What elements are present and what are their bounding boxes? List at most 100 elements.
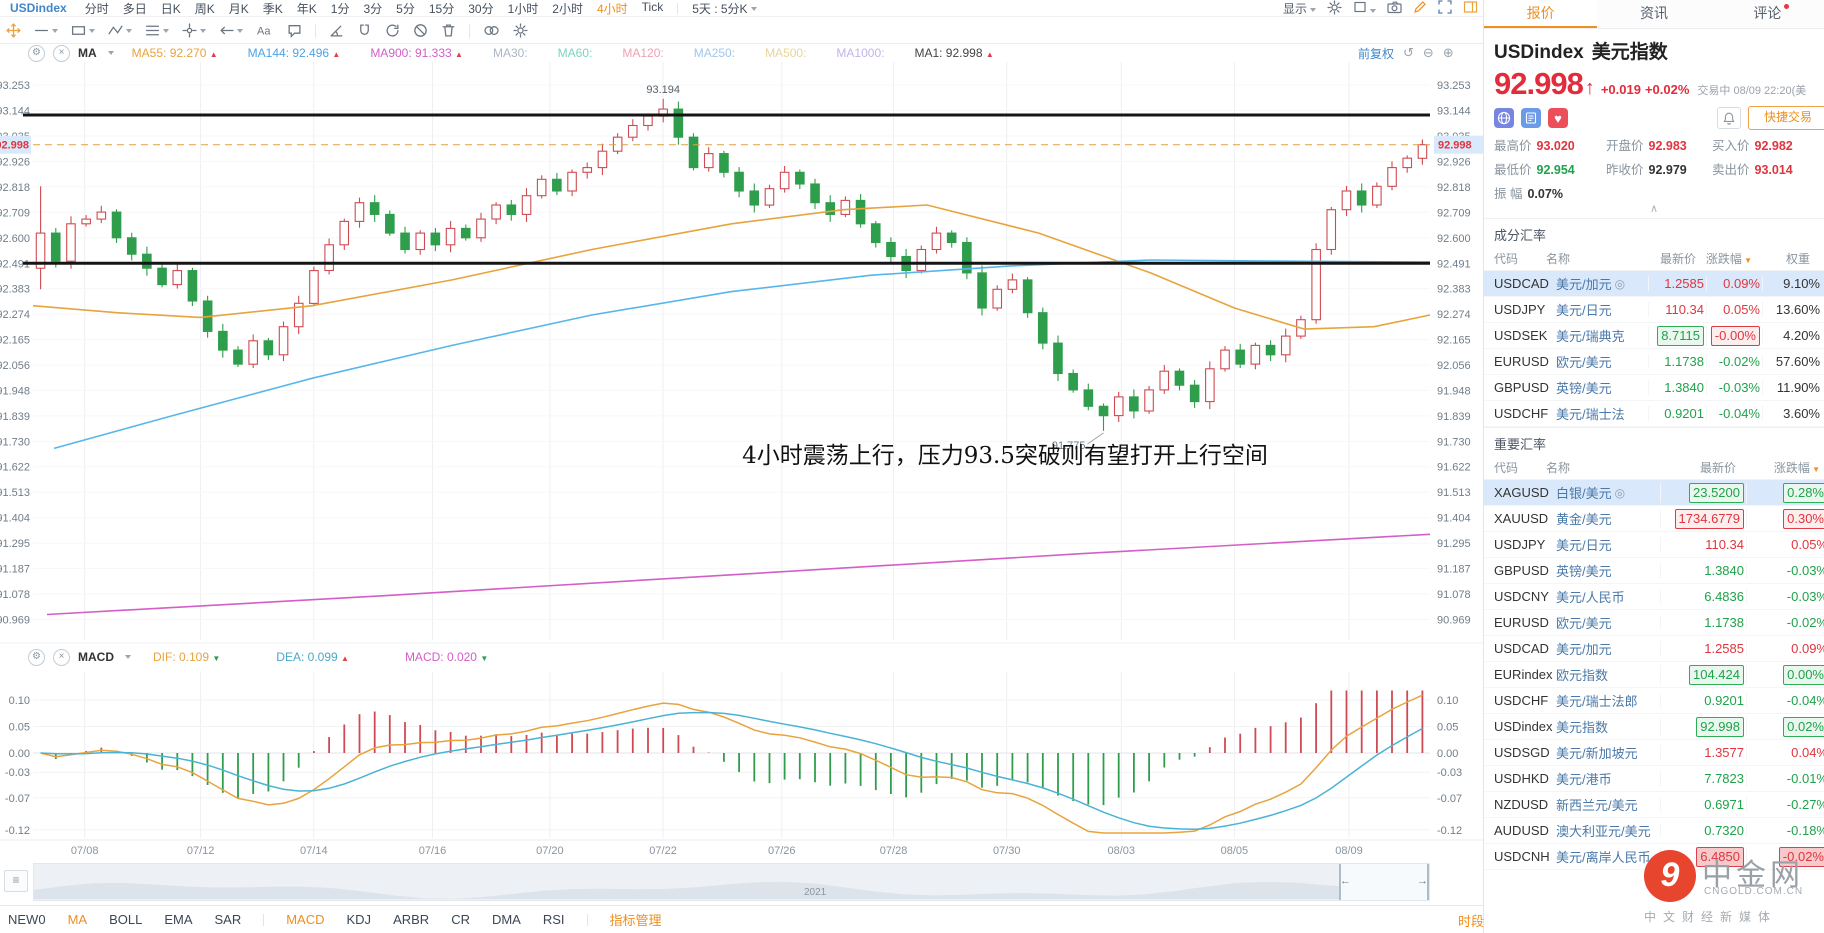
rate-row-USDCNY[interactable]: USDCNY 美元/人民币 6.4836 -0.03% <box>1484 584 1824 610</box>
rate-row-AUDUSD[interactable]: AUDUSD 澳大利亚元/美元 0.7320 -0.18% <box>1484 818 1824 844</box>
period-15分[interactable]: 15分 <box>429 0 454 17</box>
panel-tab-资讯[interactable]: 资讯 <box>1597 0 1710 28</box>
rate-row-USDCAD[interactable]: USDCAD 美元/加元 ◎ 1.2585 0.09% 9.10% <box>1484 271 1824 297</box>
indicator-tab-BOLL[interactable]: BOLL <box>109 912 142 927</box>
period-Tick[interactable]: Tick <box>642 0 664 17</box>
period-多日[interactable]: 多日 <box>123 0 147 17</box>
globe-icon[interactable] <box>1494 108 1514 128</box>
indicator-tab-指标管理[interactable]: 指标管理 <box>610 910 662 929</box>
panel-toggle-icon[interactable] <box>1463 0 1478 17</box>
range-right-handle[interactable]: → <box>1417 875 1428 887</box>
collapse-chevron-icon[interactable]: ∧ <box>1484 202 1824 218</box>
rate-row-GBPUSD[interactable]: GBPUSD 英镑/美元 1.3840 -0.03% 11.90% <box>1484 375 1824 401</box>
ma-close-icon[interactable]: × <box>53 44 70 62</box>
rate-row-XAUUSD[interactable]: XAUUSD 黄金/美元 1734.6779 0.30% <box>1484 506 1824 532</box>
period-分时[interactable]: 分时 <box>85 0 109 17</box>
period-季K[interactable]: 季K <box>263 0 283 17</box>
rate-row-USDSGD[interactable]: USDSGD美元/新加坡元1.35770.04% <box>1484 740 1824 766</box>
indicator-tab-SAR[interactable]: SAR <box>214 912 241 927</box>
range-selector[interactable]: 5天 : 5分K <box>692 0 757 17</box>
measure-icon[interactable] <box>182 23 206 38</box>
fib-icon[interactable] <box>145 23 169 38</box>
panel-tab-报价[interactable]: 报价 <box>1484 0 1598 28</box>
ma-indicator-name[interactable]: MA <box>78 46 97 60</box>
quick-trade-button[interactable]: 快捷交易 <box>1748 106 1824 130</box>
rate-row-USDJPY[interactable]: USDJPY 美元/日元 110.34 0.05% 13.60% <box>1484 297 1824 323</box>
display-menu[interactable]: 显示 <box>1283 0 1316 17</box>
ma-settings-icon[interactable]: ⚙ <box>28 44 45 62</box>
trendline-icon[interactable] <box>34 23 58 38</box>
indicator-tab-MACD[interactable]: MACD <box>286 912 324 927</box>
rate-row-GBPUSD[interactable]: GBPUSD 英镑/美元 1.3840 -0.03% <box>1484 558 1824 584</box>
macd-settings-icon[interactable]: ⚙ <box>28 648 45 666</box>
indicator-tab-NEW0[interactable]: NEW0 <box>8 912 46 927</box>
navigator-selected-range[interactable]: ← → <box>1339 864 1429 900</box>
col-权重[interactable]: 权重 <box>1752 250 1810 267</box>
rate-row-EURindex[interactable]: EURindex 欧元指数 104.424 0.00% <box>1484 662 1824 688</box>
text-icon[interactable]: Aa <box>256 23 274 38</box>
period-4小时[interactable]: 4小时 <box>597 0 628 17</box>
gear-icon[interactable] <box>1327 0 1342 18</box>
ban-icon[interactable] <box>413 23 428 38</box>
rate-row-USDSEK[interactable]: USDSEK 美元/瑞典克 8.7115 -0.00% 4.20% <box>1484 323 1824 349</box>
rate-row-USDindex[interactable]: USDindex 美元指数 92.998 0.02% <box>1484 714 1824 740</box>
indicator-tab-KDJ[interactable]: KDJ <box>347 912 372 927</box>
move-icon[interactable] <box>6 23 21 38</box>
col-最新价[interactable]: 最新价 <box>1638 250 1696 267</box>
rate-row-EURUSD[interactable]: EURUSD 欧元/美元 1.1738 -0.02% <box>1484 610 1824 636</box>
rate-row-USDCHF[interactable]: USDCHF 美元/瑞士法 0.9201 -0.04% 3.60% <box>1484 401 1824 427</box>
macd-close-icon[interactable]: × <box>53 648 70 666</box>
rect-icon[interactable] <box>71 23 95 38</box>
rate-row-USDCAD[interactable]: USDCAD美元/加元1.25850.09% <box>1484 636 1824 662</box>
wave-icon[interactable] <box>108 23 132 38</box>
col-最新价[interactable]: 最新价 <box>1650 459 1736 476</box>
link-icon[interactable] <box>483 23 500 38</box>
indicator-tab-DMA[interactable]: DMA <box>492 912 521 927</box>
indicator-tab-MA[interactable]: MA <box>68 912 88 927</box>
undo-icon[interactable]: ↺ <box>1403 45 1414 61</box>
period-月K[interactable]: 月K <box>229 0 249 17</box>
col-代码[interactable]: 代码 <box>1484 459 1546 476</box>
period-日K[interactable]: 日K <box>161 0 181 17</box>
navigator-strip[interactable]: ← → 2021 <box>33 863 1430 901</box>
zoom-in-icon[interactable]: ⊕ <box>1443 45 1454 61</box>
period-5分[interactable]: 5分 <box>396 0 415 17</box>
settings-icon[interactable] <box>513 23 528 38</box>
range-left-handle[interactable]: ← <box>1340 875 1351 887</box>
rate-row-USDJPY[interactable]: USDJPY美元/日元110.340.05% <box>1484 532 1824 558</box>
fullscreen-icon[interactable] <box>1438 0 1452 17</box>
period-1分[interactable]: 1分 <box>331 0 350 17</box>
period-30分[interactable]: 30分 <box>468 0 493 17</box>
pencil-icon[interactable] <box>1413 0 1427 17</box>
angle-icon[interactable] <box>329 23 344 38</box>
rate-row-USDCHF[interactable]: USDCHF 美元/瑞士法郎 0.9201 -0.04% <box>1484 688 1824 714</box>
price-chart[interactable]: 07/08 07/12 07/14 07/16 07/20 07/22 07/26 07/28… <box>0 0 1483 933</box>
rate-row-USDHKD[interactable]: USDHKD 美元/港币 7.7823 -0.01% <box>1484 766 1824 792</box>
col-代码[interactable]: 代码 <box>1484 250 1546 267</box>
period-周K[interactable]: 周K <box>195 0 215 17</box>
col-名称[interactable]: 名称 <box>1546 250 1638 267</box>
period-年K[interactable]: 年K <box>297 0 317 17</box>
panel-tab-评论[interactable]: 评论 <box>1711 0 1824 28</box>
period-3分[interactable]: 3分 <box>363 0 382 17</box>
zoom-out-icon[interactable]: ⊖ <box>1423 45 1434 61</box>
layout-select[interactable] <box>1353 0 1376 17</box>
comment-icon[interactable] <box>287 23 302 38</box>
favorite-heart-icon[interactable]: ♥ <box>1548 108 1568 128</box>
rate-row-NZDUSD[interactable]: NZDUSD 新西兰元/美元 0.6971 -0.27% <box>1484 792 1824 818</box>
period-2小时[interactable]: 2小时 <box>552 0 583 17</box>
alert-bell-icon[interactable] <box>1717 107 1741 129</box>
macd-indicator-name[interactable]: MACD <box>78 650 114 664</box>
indicator-tab-CR[interactable]: CR <box>451 912 470 927</box>
col-涨跌幅[interactable]: 涨跌幅 ▼ <box>1736 459 1820 476</box>
indicator-tab-RSI[interactable]: RSI <box>543 912 565 927</box>
replay-icon[interactable] <box>385 23 400 38</box>
camera-icon[interactable] <box>1387 0 1402 17</box>
period-1小时[interactable]: 1小时 <box>508 0 539 17</box>
trash-icon[interactable] <box>441 23 456 38</box>
arrow-icon[interactable] <box>219 23 243 38</box>
indicator-tab-EMA[interactable]: EMA <box>164 912 192 927</box>
indicator-tab-ARBR[interactable]: ARBR <box>393 912 429 927</box>
rate-row-XAGUSD[interactable]: XAGUSD 白银/美元 ◎ 23.5200 0.28% <box>1484 480 1824 506</box>
magnet-icon[interactable] <box>357 23 372 38</box>
